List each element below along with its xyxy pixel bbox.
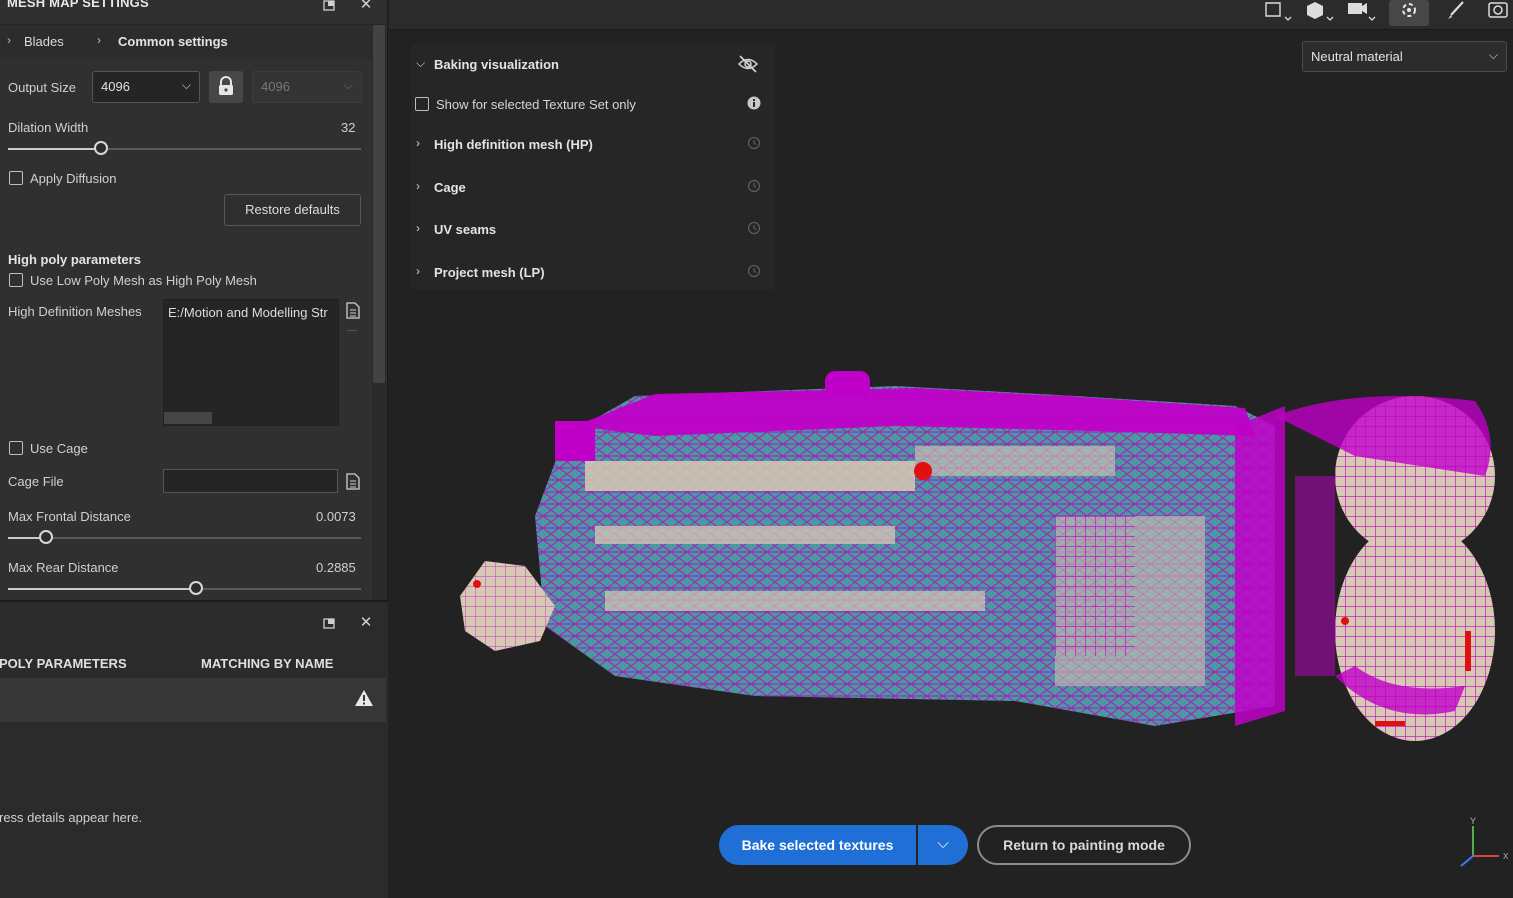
undock-icon[interactable] (322, 0, 336, 12)
apply-diffusion-label: Apply Diffusion (30, 171, 117, 186)
reset-icon[interactable] (747, 264, 761, 278)
max-rear-distance-slider-handle[interactable] (189, 581, 203, 595)
scrollbar-thumb[interactable] (373, 25, 385, 383)
show-selected-texture-set-checkbox[interactable] (415, 97, 429, 111)
chevron-down-icon: ⌵ (1488, 48, 1498, 62)
high-poly-heading: High poly parameters (8, 252, 141, 267)
max-rear-distance-slider-fill (8, 588, 197, 590)
apply-diffusion-checkbox[interactable] (9, 171, 23, 185)
close-icon[interactable]: ✕ (359, 0, 373, 12)
horizontal-scrollbar[interactable] (164, 412, 212, 424)
hd-meshes-label: High Definition Meshes (8, 304, 142, 319)
chevron-right-icon[interactable]: › (416, 179, 420, 193)
chevron-down-icon: ⌵ (343, 78, 353, 92)
3d-viewport[interactable]: ⌵ Baking visualization Show for selected… (389, 0, 1513, 898)
use-cage-checkbox[interactable] (9, 441, 23, 455)
output-size-linked-select: 4096 ⌵ (252, 71, 362, 103)
cage-file-input[interactable] (163, 469, 338, 493)
row-uv-seams[interactable]: UV seams (434, 222, 496, 237)
max-rear-distance-label: Max Rear Distance (8, 560, 119, 575)
chevron-down-icon[interactable]: ⌵ (416, 56, 425, 71)
paint-brush-icon[interactable] (1439, 0, 1473, 26)
output-size-linked-value: 4096 (261, 79, 290, 94)
3d-mesh-model[interactable] (455, 366, 1500, 750)
bake-options-dropdown-button[interactable]: ⌵ (918, 825, 968, 865)
max-frontal-distance-slider[interactable] (8, 537, 361, 539)
bake-mode-icon[interactable] (1389, 0, 1429, 26)
reset-icon[interactable] (747, 179, 761, 193)
camera-icon[interactable] (1345, 0, 1379, 26)
camera-projection-icon[interactable] (1261, 0, 1295, 26)
bake-selected-textures-button[interactable]: Bake selected textures (719, 825, 916, 865)
lock-toggle-button[interactable] (209, 71, 243, 103)
use-low-poly-as-high-poly-checkbox[interactable] (9, 273, 23, 287)
dilation-width-slider-fill (8, 148, 102, 150)
chevron-right-icon[interactable]: › (416, 221, 420, 235)
file-browse-icon[interactable] (346, 302, 360, 319)
axis-gizmo: Y X (1460, 816, 1509, 867)
chevron-right-icon: › (7, 33, 11, 47)
undock-icon[interactable] (322, 618, 336, 630)
hd-mesh-path[interactable]: E:/Motion and Modelling Str (168, 305, 338, 320)
reset-icon[interactable] (747, 221, 761, 235)
hd-meshes-list[interactable]: E:/Motion and Modelling Str (163, 299, 339, 426)
output-size-select[interactable]: 4096 ⌵ (92, 71, 200, 103)
baking-visualization-title[interactable]: Baking visualization (434, 57, 559, 72)
chevron-down-icon: ⌵ (937, 835, 949, 852)
breadcrumb-common-settings[interactable]: Common settings (118, 34, 228, 49)
material-select-value: Neutral material (1311, 49, 1403, 64)
list-item[interactable] (0, 678, 386, 722)
lock-icon (219, 76, 233, 95)
output-size-value: 4096 (101, 79, 130, 94)
show-selected-texture-set-label: Show for selected Texture Set only (436, 97, 636, 112)
screenshot-camera-icon[interactable] (1485, 0, 1513, 26)
chevron-right-icon: › (97, 33, 101, 47)
warning-icon (355, 690, 373, 706)
viewport-toolbar (389, 0, 1513, 30)
reset-icon[interactable] (747, 136, 761, 150)
file-browse-icon[interactable] (346, 473, 360, 490)
close-icon[interactable]: ✕ (359, 615, 373, 630)
column-header-poly-parameters[interactable]: POLY PARAMETERS (0, 656, 127, 671)
panel-title: MESH MAP SETTINGS (7, 0, 149, 10)
dilation-width-value: 32 (341, 120, 356, 135)
chevron-down-icon: ⌵ (181, 78, 191, 92)
column-header-matching-by-name[interactable]: MATCHING BY NAME (201, 656, 333, 671)
chevron-right-icon[interactable]: › (416, 264, 420, 278)
dilation-width-label: Dilation Width (8, 120, 89, 135)
baking-visualization-panel: ⌵ Baking visualization Show for selected… (411, 44, 775, 290)
visibility-off-icon[interactable] (737, 54, 759, 74)
max-frontal-distance-slider-handle[interactable] (39, 530, 53, 544)
info-icon[interactable] (747, 96, 761, 110)
bake-log-panel: ✕ POLY PARAMETERS MATCHING BY NAME ress … (0, 600, 388, 898)
cage-file-label: Cage File (8, 474, 64, 489)
axis-y-label: Y (1470, 816, 1476, 826)
dilation-width-slider-handle[interactable] (94, 141, 108, 155)
divider (347, 330, 357, 331)
axis-x-label: X (1503, 852, 1509, 861)
max-frontal-distance-value: 0.0073 (316, 509, 356, 524)
max-frontal-distance-label: Max Frontal Distance (8, 509, 131, 524)
breadcrumb: › Blades › Common settings (0, 25, 372, 59)
return-to-painting-mode-button[interactable]: Return to painting mode (977, 825, 1191, 865)
use-cage-label: Use Cage (30, 441, 88, 456)
row-project-mesh[interactable]: Project mesh (LP) (434, 265, 545, 280)
restore-defaults-button[interactable]: Restore defaults (224, 194, 361, 226)
row-high-definition-mesh[interactable]: High definition mesh (HP) (434, 137, 593, 152)
breadcrumb-blades[interactable]: Blades (24, 34, 64, 49)
material-select[interactable]: Neutral material ⌵ (1302, 41, 1507, 72)
progress-details-text: ress details appear here. (0, 810, 143, 825)
max-rear-distance-value: 0.2885 (316, 560, 356, 575)
output-size-label: Output Size (8, 80, 76, 95)
row-cage[interactable]: Cage (434, 180, 466, 195)
use-low-poly-as-high-poly-label: Use Low Poly Mesh as High Poly Mesh (30, 273, 257, 288)
environment-cube-icon[interactable] (1303, 0, 1337, 26)
chevron-right-icon[interactable]: › (416, 136, 420, 150)
